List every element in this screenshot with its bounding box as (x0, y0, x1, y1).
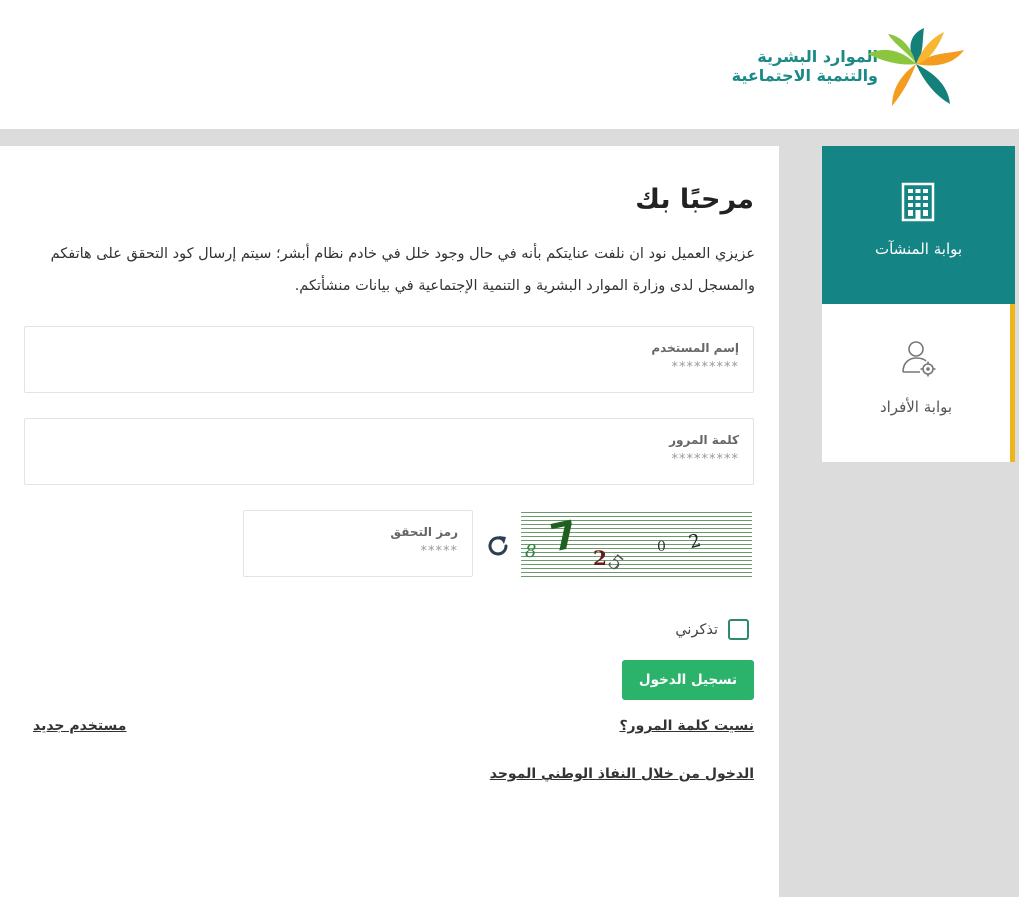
logo-line1: الموارد البشرية (757, 47, 878, 66)
captcha-glyphs: 8 7 2 5 0 2 (525, 512, 703, 576)
password-label: كلمة المرور (669, 433, 739, 447)
page-title: مرحبًا بك (635, 184, 754, 215)
sidebar-item-establishments[interactable]: بوابة المنشآت (822, 146, 1015, 304)
new-user-link[interactable]: مستخدم جديد (33, 718, 126, 734)
username-field[interactable]: إسم المستخدم (24, 326, 754, 393)
nafath-login-link[interactable]: الدخول من خلال النفاذ الوطني الموحد (490, 766, 754, 782)
sidebar-item-establishments-label: بوابة المنشآت (874, 240, 963, 258)
user-settings-icon (902, 341, 936, 377)
building-icon (901, 182, 935, 222)
username-input[interactable] (120, 360, 739, 375)
password-field[interactable]: كلمة المرور (24, 418, 754, 485)
remember-me[interactable]: تذكرني (675, 619, 749, 640)
forgot-password-link[interactable]: نسيت كلمة المرور؟ (619, 718, 754, 734)
logo-emblem-icon (868, 28, 964, 106)
captcha-input[interactable] (264, 544, 458, 559)
logo-text: الموارد البشرية والتنمية الاجتماعية (732, 47, 878, 85)
login-button[interactable]: تسجيل الدخول (622, 660, 754, 700)
intro-notice: عزيزي العميل نود ان نلفت عنايتكم بأنه في… (50, 246, 755, 294)
captcha-char: 7 (547, 512, 582, 561)
sidebar-item-individuals-label: بوابة الأفراد (879, 398, 953, 416)
captcha-char: 2 (687, 530, 703, 553)
captcha-char: 5 (603, 549, 628, 576)
captcha-char: 8 (525, 541, 536, 562)
captcha-label: رمز التحقق (390, 525, 458, 539)
remember-checkbox[interactable] (728, 619, 749, 640)
captcha-image: 8 7 2 5 0 2 (521, 509, 752, 577)
ministry-logo[interactable]: الموارد البشرية والتنمية الاجتماعية (716, 26, 966, 108)
remember-label: تذكرني (675, 621, 718, 638)
refresh-captcha-icon[interactable] (484, 532, 512, 560)
username-label: إسم المستخدم (651, 341, 739, 355)
header: الموارد البشرية والتنمية الاجتماعية (0, 0, 1019, 129)
portal-sidebar: بوابة المنشآت بوابة الأفراد (822, 146, 1015, 462)
captcha-field[interactable]: رمز التحقق (243, 510, 473, 577)
password-input[interactable] (120, 452, 739, 467)
captcha-char: 0 (657, 539, 666, 555)
logo-line2: والتنمية الاجتماعية (731, 66, 878, 85)
sidebar-item-individuals[interactable]: بوابة الأفراد (822, 304, 1015, 462)
